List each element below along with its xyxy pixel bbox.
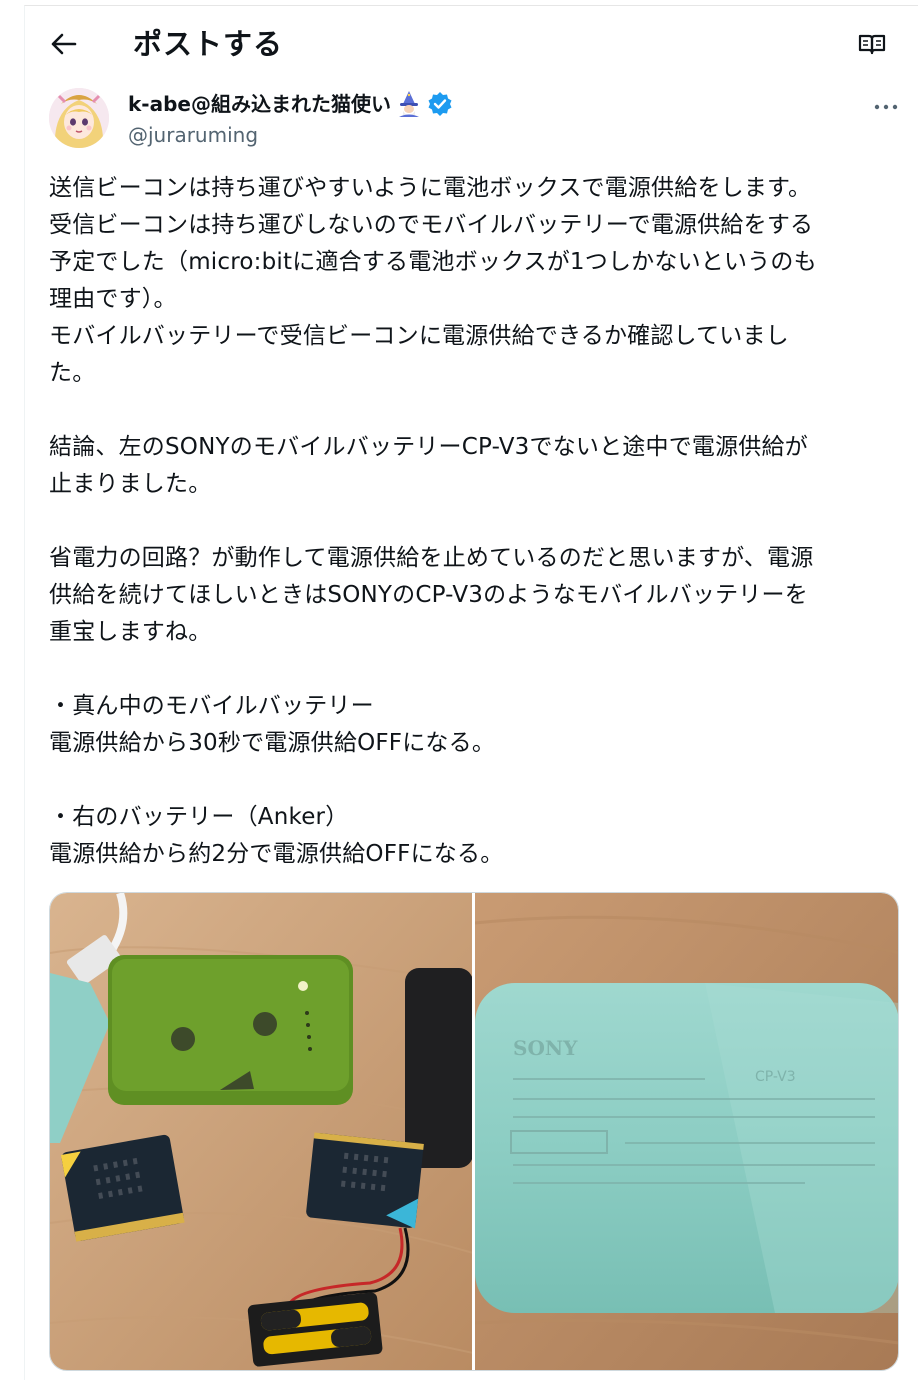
page-title: ポストする — [133, 27, 284, 61]
reader-mode-button[interactable] — [852, 28, 892, 64]
post-text-line — [49, 651, 899, 688]
back-button[interactable] — [44, 28, 84, 64]
post-media: SONY CP-V3 — [49, 892, 899, 1371]
cp-v3-model-text: CP-V3 — [755, 1069, 796, 1085]
post-text: 送信ビーコンは持ち運びやすいように電池ボックスで電源供給をします。 受信ビーコン… — [49, 170, 899, 873]
post-text-line — [49, 503, 899, 540]
post-text-line: 結論、左のSONYのモバイルバッテリーCP-V3でないと途中で電源供給が — [49, 434, 808, 460]
more-options-button[interactable] — [866, 92, 906, 116]
sony-brand-text: SONY — [513, 1036, 578, 1060]
post-text-line: 電源供給から30秒で電源供給OFFになる。 — [49, 730, 496, 756]
post-text-line: 送信ビーコンは持ち運びやすいように電池ボックスで電源供給をします。 — [49, 175, 812, 201]
post-text-line: 止まりました。 — [49, 471, 212, 497]
post-text-line — [49, 392, 899, 429]
post-text-line: ・右のバッテリー（Anker） — [49, 804, 349, 830]
post-text-line: 予定でした（micro:bitに適合する電池ボックスが1つしかないというのも — [49, 249, 817, 275]
more-dots-icon — [874, 95, 898, 114]
mage-icon — [395, 90, 423, 118]
post-text-line: 重宝しますね。 — [49, 619, 212, 645]
arrow-left-icon — [51, 33, 77, 59]
post-text-line: 供給を続けてほしいときはSONYのCP-V3のようなモバイルバッテリーを — [49, 582, 808, 608]
post-text-line: 省電力の回路？が動作して電源供給を止めているのだと思いますが、電源 — [49, 545, 814, 571]
author-handle[interactable]: @juraruming — [128, 121, 258, 149]
photo-sony-battery-label[interactable]: SONY CP-V3 — [475, 893, 898, 1370]
author-name-row[interactable]: k-abe@組み込まれた猫使い — [128, 88, 453, 120]
verified-badge-icon[interactable] — [427, 91, 453, 117]
post-text-line: 受信ビーコンは持ち運びしないのでモバイルバッテリーで電源供給をする — [49, 212, 814, 238]
book-open-icon — [858, 33, 886, 59]
post-text-line: た。 — [49, 360, 96, 386]
author-name[interactable]: k-abe@組み込まれた猫使い — [128, 89, 391, 119]
post-text-line: 理由です）。 — [49, 286, 177, 312]
post-text-line — [49, 762, 899, 799]
avatar[interactable] — [49, 88, 109, 148]
photo-batteries-and-microbit[interactable] — [50, 893, 472, 1370]
post-text-line: ・真ん中のモバイルバッテリー — [49, 693, 374, 719]
post-text-line: 電源供給から約2分で電源供給OFFになる。 — [49, 841, 504, 867]
post-text-line: モバイルバッテリーで受信ビーコンに電源供給できるか確認していまし — [49, 323, 789, 349]
